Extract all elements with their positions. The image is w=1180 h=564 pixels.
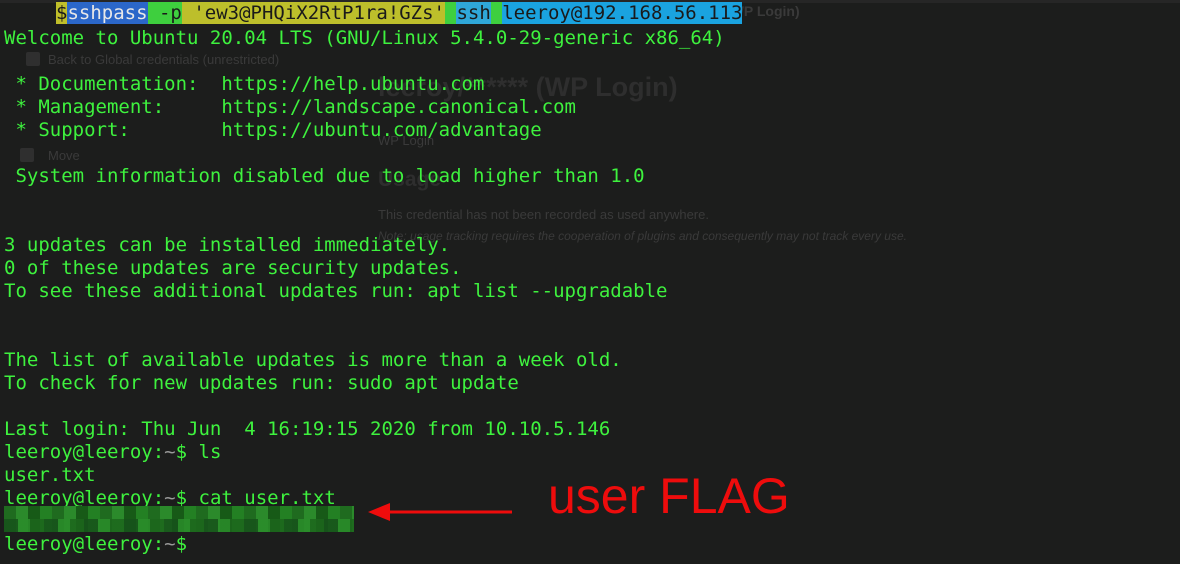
motd-check-hint: To check for new updates run: sudo apt u… (4, 372, 519, 394)
cmd-space-3 (445, 2, 457, 24)
motd-updates-security: 0 of these updates are security updates. (4, 257, 462, 279)
prompt-path: ~ (164, 533, 176, 555)
motd-updates-hint: To see these additional updates run: apt… (4, 280, 668, 302)
prompt-line-1: leeroy@leeroy:~$ ls (4, 441, 221, 464)
cmd-space-1 (147, 2, 159, 24)
annotation-arrow-icon (368, 503, 512, 521)
redacted-flag-output (4, 506, 354, 532)
cmd-flag: -p (158, 2, 182, 24)
cmd-space-4 (490, 2, 503, 24)
motd-list-old: The list of available updates is more th… (4, 349, 622, 371)
command-ls: ls (198, 441, 222, 463)
motd-support: * Support: https://ubuntu.com/advantage (4, 119, 542, 141)
annotation-label: user FLAG (548, 468, 790, 524)
ghost-move-label: Move (48, 148, 80, 163)
ghost-up-arrow-icon (26, 52, 40, 66)
motd-documentation: * Documentation: https://help.ubuntu.com (4, 73, 485, 95)
prompt-path: ~ (164, 441, 176, 463)
cmd-space-2 (181, 2, 194, 24)
cmd-target: leeroy@192.168.56.113 (502, 2, 743, 24)
motd-sysinfo: System information disabled due to load … (4, 165, 645, 187)
cmd-password: 'ew3@PHQiX2RtP1ra!GZs' (193, 2, 445, 24)
cmd-dollar: $ (56, 2, 68, 24)
prompt-sep: : (152, 533, 165, 555)
ghost-usage-note: Note: usage tracking requires the cooper… (378, 229, 907, 243)
ghost-move-icon (20, 148, 34, 162)
last-login: Last login: Thu Jun 4 16:19:15 2020 from… (4, 418, 611, 440)
output-ls: user.txt (4, 464, 96, 486)
prompt-user-host: leeroy@leeroy (4, 441, 153, 463)
ghost-usage-text: This credential has not been recorded as… (378, 207, 709, 222)
prompt-user-host: leeroy@leeroy (4, 533, 153, 555)
prompt-dollar: $ (175, 441, 199, 463)
terminal-window[interactable]: (WP Login) Back to Global credentials (u… (0, 0, 1180, 564)
cmd-ssh: ssh (456, 2, 491, 24)
motd-welcome: Welcome to Ubuntu 20.04 LTS (GNU/Linux 5… (4, 27, 725, 49)
prompt-dollar: $ (175, 533, 199, 555)
ssh-command-line: $sshpass -p 'ew3@PHQiX2RtP1ra!GZs' ssh l… (56, 2, 743, 25)
ghost-back-link: Back to Global credentials (unrestricted… (48, 52, 280, 67)
prompt-line-3[interactable]: leeroy@leeroy:~$ (4, 533, 199, 556)
prompt-sep: : (152, 441, 165, 463)
motd-updates-available: 3 updates can be installed immediately. (4, 234, 451, 256)
motd-management: * Management: https://landscape.canonica… (4, 96, 576, 118)
cmd-sshpass: sshpass (67, 2, 148, 24)
